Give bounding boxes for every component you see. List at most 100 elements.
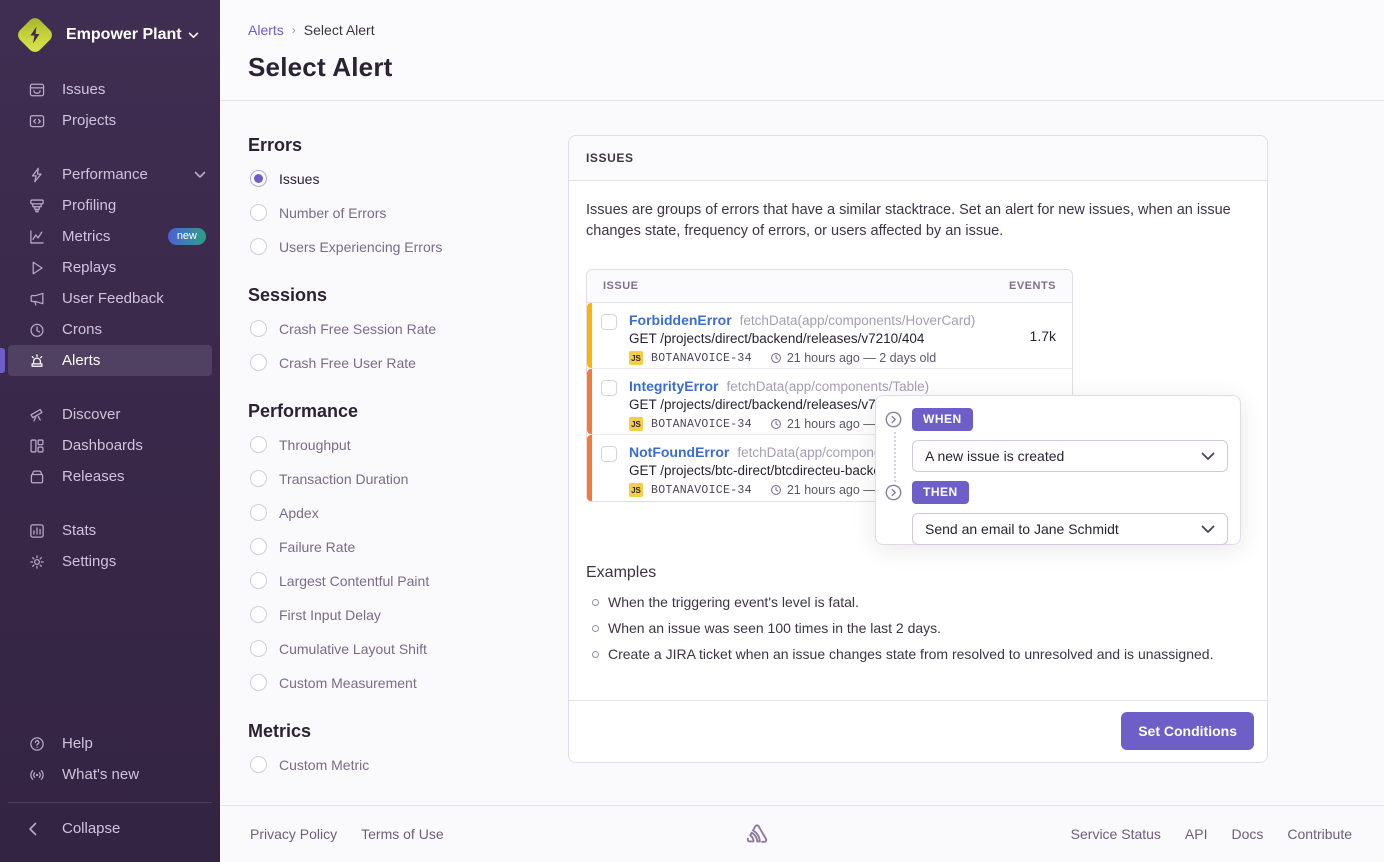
radio[interactable] [250,436,267,453]
broadcast-icon [28,766,46,784]
dashboards-icon [28,437,46,455]
new-badge: new [168,228,206,245]
examples-section: Examples When the triggering event's lev… [586,564,1250,662]
radio-option-crash-free-session-rate[interactable]: Crash Free Session Rate [250,320,528,337]
sidebar-item-settings[interactable]: Settings [8,546,212,577]
radio[interactable] [250,504,267,521]
when-select[interactable]: A new issue is created [912,440,1228,472]
radio-option-failure-rate[interactable]: Failure Rate [250,538,528,555]
radio-option-first-input-delay[interactable]: First Input Delay [250,606,528,623]
then-select[interactable]: Send an email to Jane Schmidt [912,513,1228,545]
radio[interactable] [250,606,267,623]
sidebar-item-profiling[interactable]: Profiling [8,190,212,221]
radio-option-transaction-duration[interactable]: Transaction Duration [250,470,528,487]
issue-checkbox[interactable] [601,446,617,462]
sidebar-item-label: Help [62,735,93,752]
sidebar-item-replays[interactable]: Replays [8,252,212,283]
column-issue: ISSUE [603,280,639,292]
when-badge: WHEN [912,408,973,431]
radio-option-throughput[interactable]: Throughput [250,436,528,453]
panel-header: ISSUES [569,136,1267,181]
set-conditions-button[interactable]: Set Conditions [1121,712,1254,750]
sidebar-item-stats[interactable]: Stats [8,515,212,546]
radio[interactable] [250,238,267,255]
issue-checkbox[interactable] [601,380,617,396]
sidebar-item-label: Discover [62,406,120,423]
bar-chart-icon [28,522,46,540]
radio[interactable] [250,354,267,371]
docs-link[interactable]: Docs [1232,826,1264,842]
replays-icon [28,259,46,277]
api-link[interactable]: API [1185,826,1208,842]
sidebar-item-crons[interactable]: Crons [8,314,212,345]
example-item: Create a JIRA ticket when an issue chang… [586,646,1250,662]
radio-option-issues[interactable]: Issues [250,170,528,187]
sidebar-item-help[interactable]: Help [8,728,212,759]
radio-selected[interactable] [250,170,267,187]
sidebar-item-discover[interactable]: Discover [8,399,212,430]
radio[interactable] [250,320,267,337]
radio[interactable] [250,640,267,657]
group-sessions: Sessions Crash Free Session Rate Crash F… [248,285,528,371]
sidebar-item-issues[interactable]: Issues [8,74,212,105]
radio[interactable] [250,538,267,555]
radio[interactable] [250,756,267,773]
radio-option-custom-metric[interactable]: Custom Metric [250,756,528,773]
sidebar-item-releases[interactable]: Releases [8,461,212,492]
bolt-icon [26,25,44,45]
radio[interactable] [250,204,267,221]
alert-type-list: Errors Issues Number of Errors Users Exp… [248,135,528,803]
radio[interactable] [250,470,267,487]
sidebar-item-alerts[interactable]: Alerts [8,345,212,376]
issue-transaction: GET /projects/direct/backend/releases/v7… [629,331,1030,346]
radio-option-cumulative-layout-shift[interactable]: Cumulative Layout Shift [250,640,528,657]
issue-events-count: 1.7k [1030,328,1056,344]
chevron-down-icon [1201,525,1215,534]
radio-option-largest-contentful-paint[interactable]: Largest Contentful Paint [250,572,528,589]
terms-of-use-link[interactable]: Terms of Use [361,826,443,842]
contribute-link[interactable]: Contribute [1287,826,1352,842]
profiling-icon [28,197,46,215]
radio[interactable] [250,572,267,589]
active-indicator [0,348,5,373]
chevron-down-icon [194,171,206,179]
siren-icon [28,352,46,370]
level-indicator [587,303,592,368]
radio-option-custom-measurement[interactable]: Custom Measurement [250,674,528,691]
issues-icon [28,81,46,99]
panel-description: Issues are groups of errors that have a … [586,200,1246,242]
sidebar-item-label: What's new [62,766,139,783]
telescope-icon [28,406,46,424]
issue-title-link[interactable]: ForbiddenError [629,312,732,328]
radio-option-crash-free-user-rate[interactable]: Crash Free User Rate [250,354,528,371]
radio-option-apdex[interactable]: Apdex [250,504,528,521]
org-switcher[interactable]: Empower Plant [0,0,220,64]
service-status-link[interactable]: Service Status [1071,826,1161,842]
radio[interactable] [250,674,267,691]
sidebar-item-performance[interactable]: Performance [8,159,212,190]
breadcrumb: Alerts › Select Alert [248,22,1384,38]
sidebar-item-label: Alerts [62,352,100,369]
sidebar-item-label: Metrics [62,228,110,245]
issue-checkbox[interactable] [601,314,617,330]
privacy-policy-link[interactable]: Privacy Policy [250,826,337,842]
sidebar-item-label: Performance [62,166,148,183]
sidebar-item-projects[interactable]: Projects [8,105,212,136]
sidebar-item-user-feedback[interactable]: User Feedback [8,283,212,314]
sidebar-item-label: Settings [62,553,116,570]
column-events: EVENTS [1009,280,1056,292]
issue-title-link[interactable]: NotFoundError [629,444,729,460]
radio-option-users-experiencing-errors[interactable]: Users Experiencing Errors [250,238,528,255]
issue-title-link[interactable]: IntegrityError [629,378,718,394]
example-item: When the triggering event's level is fat… [586,594,1250,610]
sidebar-item-dashboards[interactable]: Dashboards [8,430,212,461]
sidebar-item-metrics[interactable]: Metrics new [8,221,212,252]
issue-row[interactable]: ForbiddenError fetchData(app/components/… [587,303,1072,369]
performance-icon [28,166,46,184]
breadcrumb-alerts-link[interactable]: Alerts [248,22,284,38]
help-icon [28,735,46,753]
radio-option-number-of-errors[interactable]: Number of Errors [250,204,528,221]
sidebar-item-whats-new[interactable]: What's new [8,759,212,790]
collapse-button[interactable]: Collapse [16,813,204,844]
breadcrumb-separator-icon: › [292,23,296,37]
